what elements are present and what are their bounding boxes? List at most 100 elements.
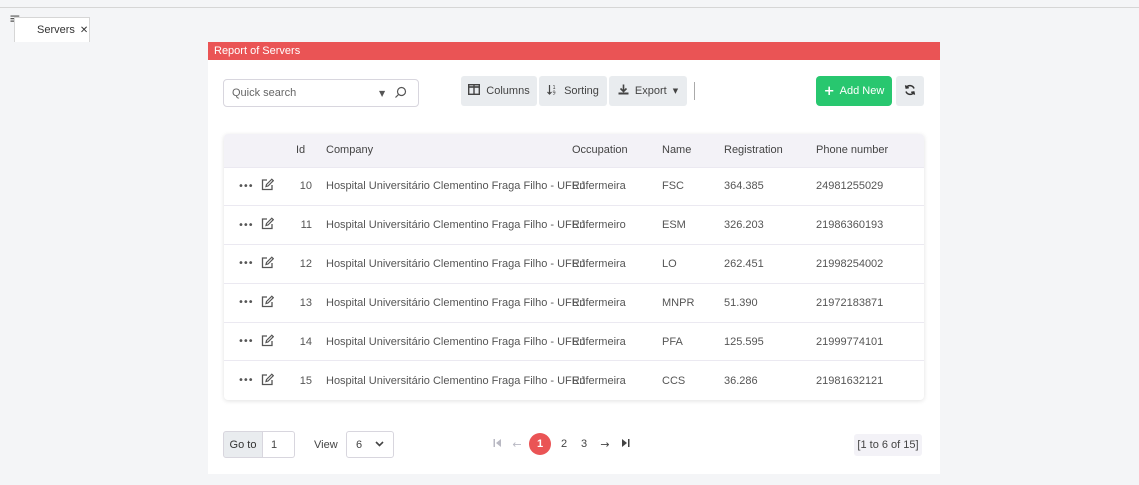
cell-phone: 21981632121 [816, 374, 884, 387]
row-actions: ••• 10 [224, 167, 326, 206]
panel-title: Report of Servers [208, 42, 940, 60]
cell-occupation: Enfermeiro [572, 219, 626, 232]
goto-button[interactable]: Go to [223, 431, 263, 458]
cell-name: MNPR [662, 296, 695, 309]
chevron-down-icon [375, 439, 384, 451]
cell-registration: 326.203 [724, 219, 764, 232]
more-options-icon[interactable]: ••• [238, 375, 254, 386]
next-page-icon[interactable]: → [596, 438, 614, 451]
cell-occupation: Enfermeira [572, 180, 626, 193]
row-actions: ••• 15 [224, 361, 326, 400]
cell-company: Hospital Universitário Clementino Fraga … [326, 180, 586, 193]
cell-phone: 21999774101 [816, 335, 884, 348]
goto-page-input[interactable] [263, 431, 295, 458]
quick-search[interactable]: ▼ [223, 79, 419, 107]
caret-down-icon: ▼ [672, 87, 679, 95]
plus-icon: + [823, 83, 835, 99]
close-icon[interactable]: ✕ [80, 25, 88, 36]
cell-company: Hospital Universitário Clementino Fraga … [326, 296, 586, 309]
more-options-icon[interactable]: ••• [238, 297, 254, 308]
add-new-label: Add New [839, 85, 885, 97]
view-label: View [314, 439, 338, 451]
edit-icon[interactable] [261, 178, 274, 194]
cell-company: Hospital Universitário Clementino Fraga … [326, 335, 586, 348]
cell-name: ESM [662, 219, 686, 232]
tab-servers[interactable]: Servers ✕ [14, 17, 90, 42]
search-input[interactable] [232, 87, 372, 99]
table-row: ••• 12 Hospital Universitário Clementino F… [224, 244, 924, 284]
page-1-button[interactable]: 1 [529, 433, 551, 455]
edit-icon[interactable] [261, 256, 274, 272]
table-header-row: Id Company Occupation Name Registration … [224, 134, 924, 167]
cell-registration: 36.286 [724, 374, 758, 387]
cell-registration: 364.385 [724, 180, 764, 193]
toolbar-divider [694, 82, 695, 100]
row-actions: ••• 12 [224, 245, 326, 284]
cell-occupation: Enfermeira [572, 296, 626, 309]
pagination: ← 1 2 3 → [488, 431, 634, 457]
column-header-company[interactable]: Company [326, 134, 572, 167]
servers-table: Id Company Occupation Name Registration … [224, 134, 924, 400]
sorting-button[interactable]: 19 Sorting [539, 76, 607, 106]
more-options-icon[interactable]: ••• [238, 258, 254, 269]
table-row: ••• 13 Hospital Universitário Clementino F… [224, 283, 924, 322]
row-actions: ••• 11 [224, 206, 326, 245]
cell-phone: 24981255029 [816, 180, 884, 193]
download-icon [618, 84, 629, 98]
add-new-button[interactable]: + Add New [816, 76, 892, 106]
tab-label: Servers [37, 24, 75, 36]
prev-page-icon[interactable]: ← [508, 438, 526, 451]
edit-icon[interactable] [261, 333, 274, 350]
table-row: ••• 11 Hospital Universitário Clementino F… [224, 205, 924, 245]
cell-id: 10 [299, 180, 312, 193]
goto-group: Go to [223, 431, 295, 458]
column-header-phone[interactable]: Phone number [816, 134, 924, 167]
edit-icon[interactable] [261, 295, 274, 311]
refresh-button[interactable] [896, 76, 924, 106]
columns-button[interactable]: Columns [461, 76, 537, 106]
cell-name: CCS [662, 374, 686, 387]
cell-phone: 21998254002 [816, 257, 884, 270]
column-header-name[interactable]: Name [662, 134, 724, 167]
cell-phone: 21986360193 [816, 219, 884, 232]
row-actions: ••• 13 [224, 283, 326, 322]
refresh-icon [904, 84, 916, 99]
page-size-select[interactable]: 6 [346, 431, 394, 458]
sorting-label: Sorting [564, 85, 599, 97]
more-options-icon[interactable]: ••• [238, 220, 254, 231]
report-panel: Report of Servers ▼ Columns 19 Sorting E… [208, 42, 940, 474]
edit-icon[interactable] [261, 372, 274, 389]
first-page-icon[interactable] [488, 438, 506, 451]
table-row: ••• 14 Hospital Universitário Clementino F… [224, 322, 924, 361]
page-3-button[interactable]: 3 [574, 438, 594, 450]
column-header-id[interactable]: Id [224, 134, 326, 167]
cell-company: Hospital Universitário Clementino Fraga … [326, 374, 586, 387]
caret-down-icon[interactable]: ▼ [379, 89, 385, 98]
more-options-icon[interactable]: ••• [238, 181, 254, 192]
cell-name: FSC [662, 180, 684, 193]
cell-id: 13 [299, 296, 312, 309]
page-2-button[interactable]: 2 [554, 438, 574, 450]
export-button[interactable]: Export ▼ [609, 76, 687, 106]
table-row: ••• 10 Hospital Universitário Clementino F… [224, 167, 924, 206]
cell-id: 11 [300, 219, 312, 232]
last-page-icon[interactable] [616, 438, 634, 451]
cell-id: 12 [299, 257, 312, 270]
page-size-value: 6 [356, 438, 363, 451]
column-header-occupation[interactable]: Occupation [572, 134, 662, 167]
cell-company: Hospital Universitário Clementino Fraga … [326, 257, 586, 270]
edit-icon[interactable] [261, 217, 274, 233]
cell-registration: 125.595 [724, 335, 764, 348]
cell-company: Hospital Universitário Clementino Fraga … [326, 219, 586, 232]
cell-registration: 51.390 [724, 296, 758, 309]
cell-id: 15 [299, 374, 312, 387]
cell-occupation: Enfermeira [572, 257, 626, 270]
more-options-icon[interactable]: ••• [238, 336, 254, 347]
cell-registration: 262.451 [724, 257, 764, 270]
search-icon[interactable] [394, 86, 407, 102]
columns-label: Columns [486, 85, 530, 97]
cell-name: PFA [662, 335, 683, 348]
column-header-registration[interactable]: Registration [724, 134, 816, 167]
table-row: ••• 15 Hospital Universitário Clementino F… [224, 360, 924, 400]
cell-id: 14 [299, 335, 312, 348]
